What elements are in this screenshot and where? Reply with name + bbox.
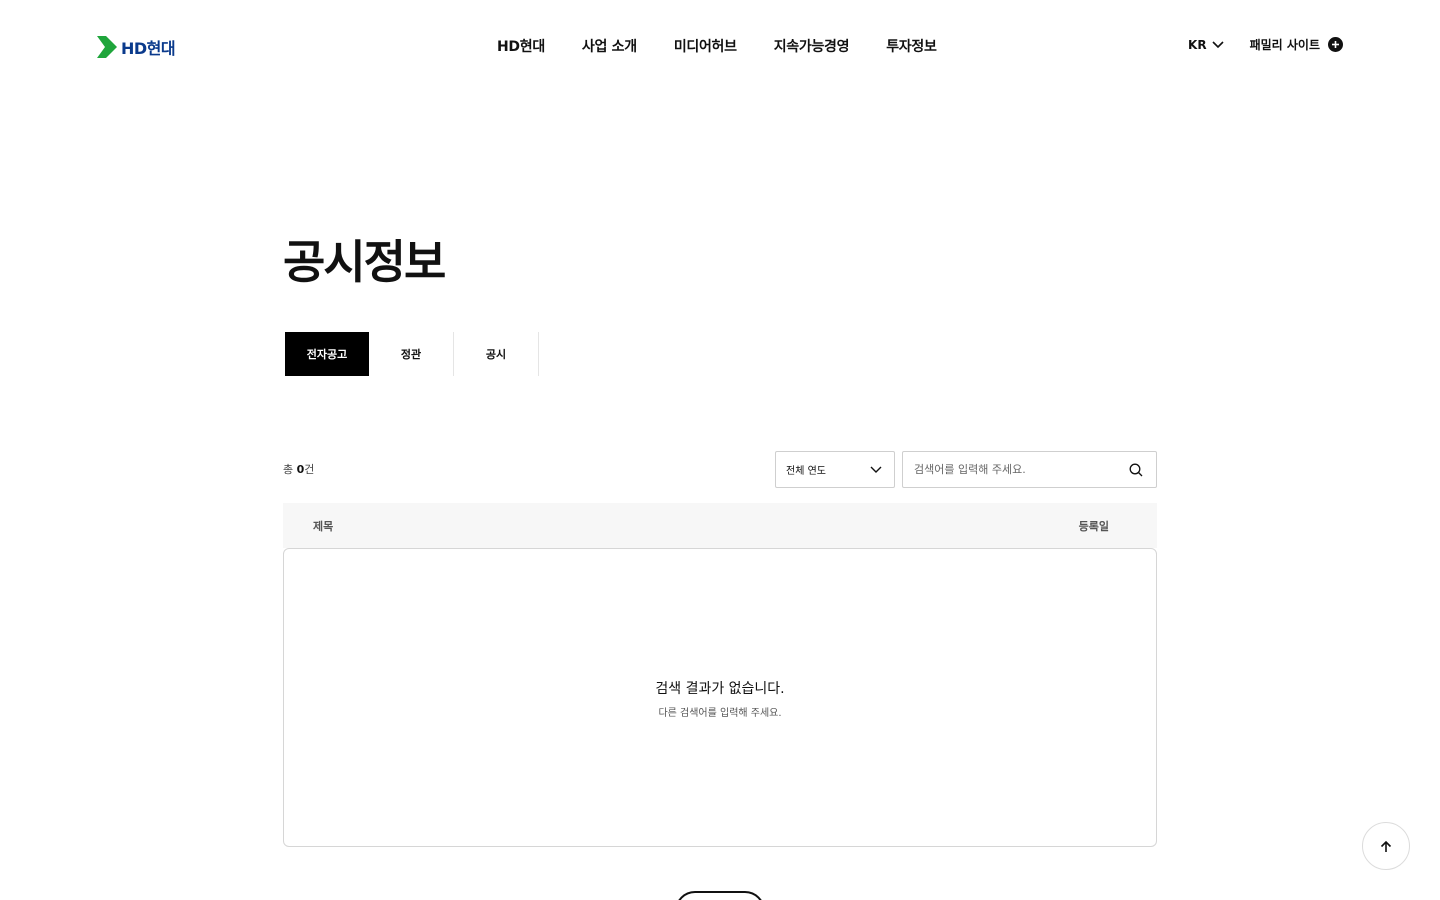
empty-hint: 다른 검색어를 입력해 주세요. — [658, 708, 782, 719]
nav-item-media-hub[interactable]: 미디어허브 — [674, 36, 737, 56]
chevron-down-icon — [870, 466, 882, 473]
family-site-button[interactable]: 패밀리 사이트 — [1250, 36, 1343, 53]
result-count: 총 0건 — [283, 461, 314, 477]
logo-mark-icon — [97, 36, 117, 58]
nav-item-sustainability[interactable]: 지속가능경영 — [774, 36, 850, 56]
nav-item-investor[interactable]: 투자정보 — [886, 36, 937, 56]
family-site-label: 패밀리 사이트 — [1249, 38, 1320, 52]
search-button[interactable] — [1128, 462, 1144, 478]
search-box — [902, 451, 1157, 488]
nav-item-hd-hyundai[interactable]: HD현대 — [497, 36, 545, 56]
empty-state: 검색 결과가 없습니다. 다른 검색어를 입력해 주세요. — [283, 548, 1157, 847]
table-header: 제목 등록일 — [283, 503, 1157, 548]
column-title: 제목 — [313, 520, 334, 533]
more-button[interactable] — [675, 891, 765, 900]
tab-list: 전자공고 정관 공시 — [285, 332, 539, 376]
nav-item-business[interactable]: 사업 소개 — [582, 36, 637, 56]
logo[interactable]: HD현대 — [97, 35, 176, 59]
arrow-up-icon — [1380, 840, 1392, 852]
header-utilities: KR 패밀리 사이트 — [1188, 36, 1343, 53]
search-input[interactable] — [914, 463, 1128, 476]
chevron-down-icon — [1212, 40, 1224, 48]
tab-articles[interactable]: 정관 — [369, 332, 454, 376]
tab-disclosure[interactable]: 공시 — [454, 332, 539, 376]
count-suffix: 건 — [304, 463, 315, 476]
empty-message: 검색 결과가 없습니다. — [655, 681, 785, 697]
year-select-value: 전체 연도 — [786, 466, 826, 477]
plus-circle-icon — [1328, 37, 1343, 52]
language-label: KR — [1188, 37, 1207, 52]
count-prefix: 총 — [283, 463, 297, 476]
search-icon — [1129, 463, 1143, 476]
site-header: HD현대 HD현대 사업 소개 미디어허브 지속가능경영 투자정보 KR 패밀리… — [0, 0, 1440, 90]
main-nav: HD현대 사업 소개 미디어허브 지속가능경영 투자정보 — [497, 36, 937, 56]
scroll-top-button[interactable] — [1362, 822, 1410, 870]
language-selector[interactable]: KR — [1188, 38, 1224, 52]
year-select[interactable]: 전체 연도 — [775, 451, 895, 488]
column-date: 등록일 — [1078, 520, 1109, 533]
tab-e-notice[interactable]: 전자공고 — [285, 332, 369, 376]
page-title: 공시정보 — [283, 235, 446, 289]
logo-text: HD현대 — [121, 39, 176, 58]
